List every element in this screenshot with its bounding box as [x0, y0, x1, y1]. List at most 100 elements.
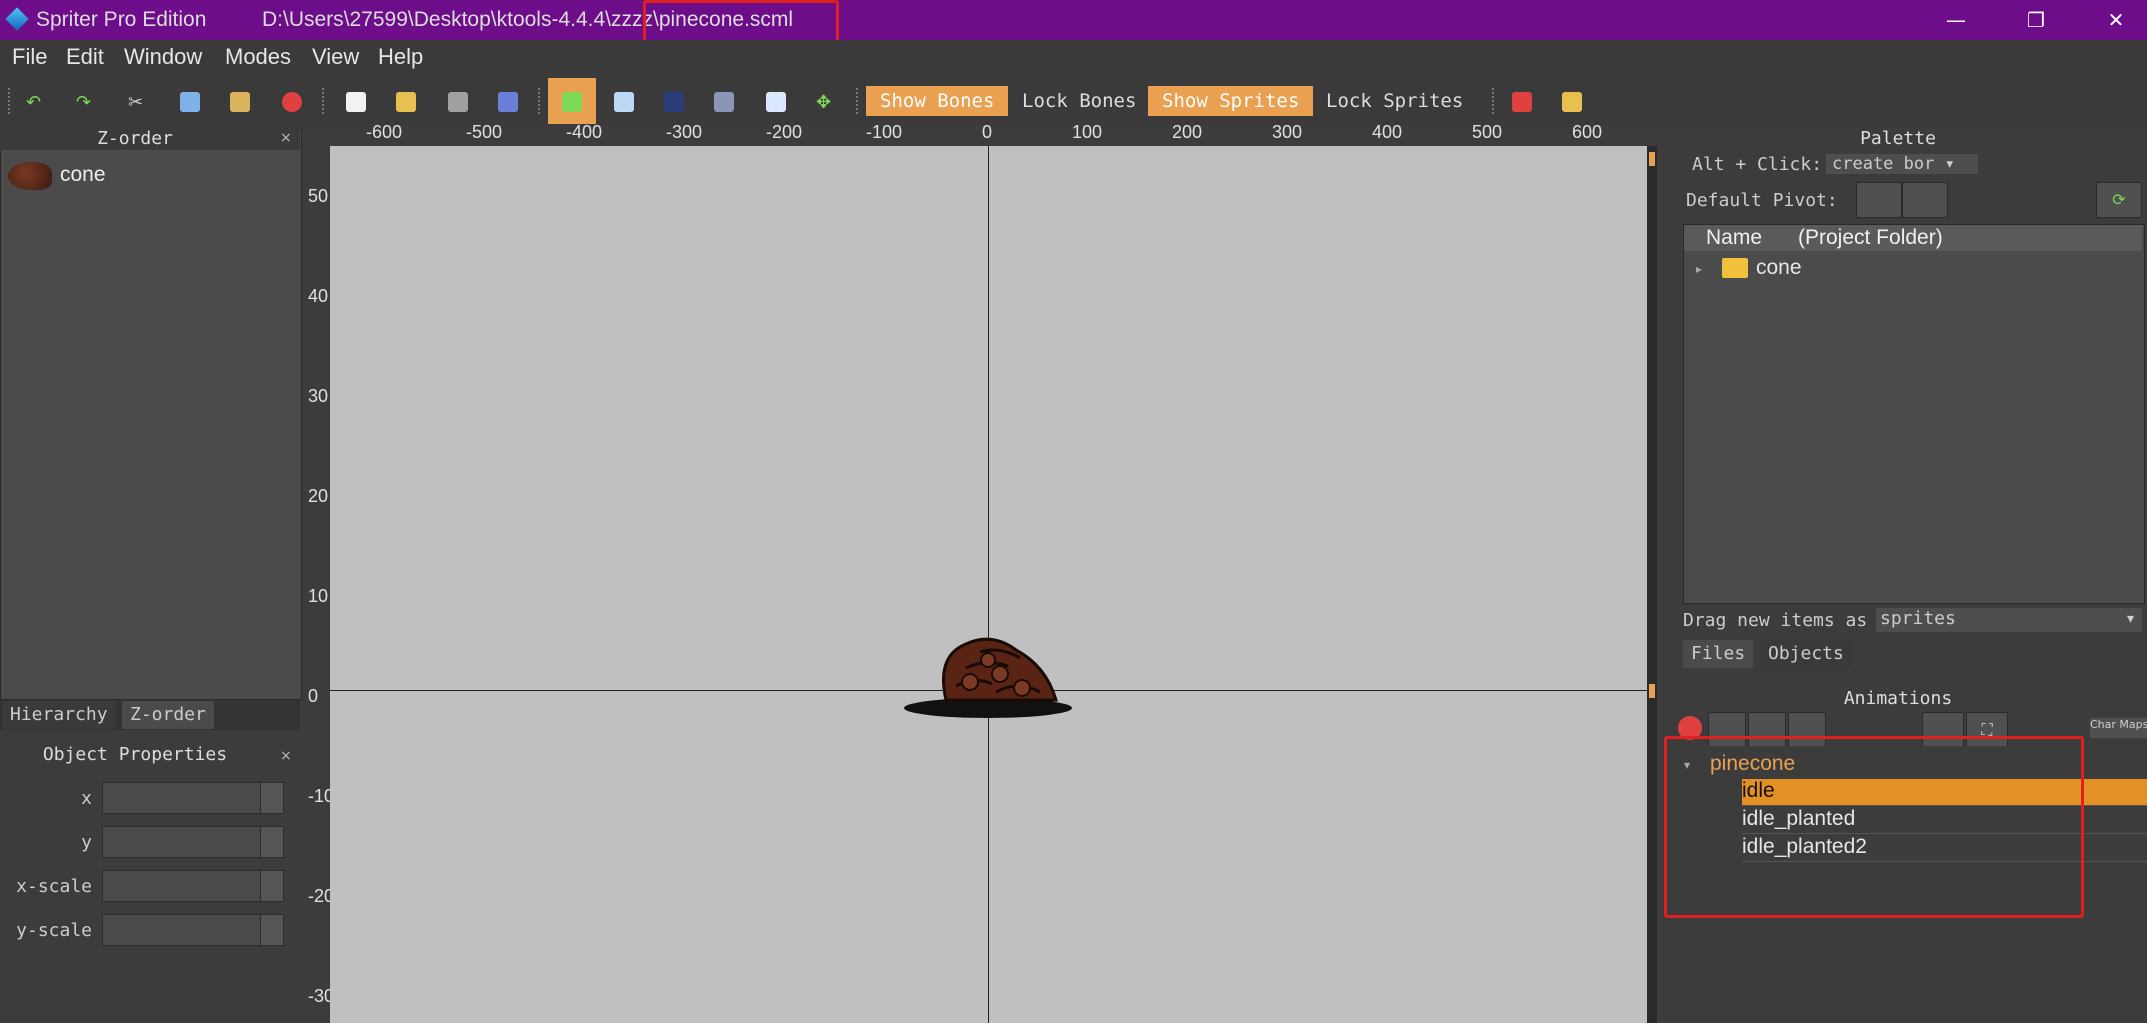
- refresh-icon[interactable]: ⟳: [2096, 182, 2142, 218]
- drag-items-value: sprites: [1880, 608, 1956, 629]
- toolbar-separator: [322, 88, 328, 114]
- sound-icon[interactable]: [1512, 92, 1532, 112]
- menu-modes[interactable]: Modes: [225, 44, 291, 70]
- save-icon[interactable]: [448, 92, 468, 112]
- delete-icon[interactable]: [282, 92, 302, 112]
- zorder-close-icon[interactable]: ×: [280, 130, 292, 146]
- alt-click-value: create bor: [1832, 154, 1935, 174]
- pinecone-sprite[interactable]: [896, 626, 1076, 736]
- drag-items-dropdown[interactable]: sprites ▾: [1876, 608, 2142, 632]
- folder-icon[interactable]: [1562, 92, 1582, 112]
- prop-spin-x-scale[interactable]: [260, 870, 284, 902]
- close-button[interactable]: ✕: [2086, 0, 2146, 40]
- menu-window[interactable]: Window: [124, 44, 202, 70]
- dark-window-icon[interactable]: [664, 92, 684, 112]
- ruler-tick-label: -100: [866, 122, 903, 142]
- minimize-button[interactable]: —: [1926, 0, 1986, 40]
- app-title: Spriter Pro Edition: [36, 8, 207, 31]
- prop-label-x-scale: x-scale: [16, 876, 92, 897]
- zorder-title: Z-order: [97, 128, 173, 149]
- toolbar-separator: [1492, 88, 1498, 114]
- menu-help[interactable]: Help: [378, 44, 423, 70]
- menu-file[interactable]: File: [12, 44, 47, 70]
- ruler-left-label: 40: [308, 286, 329, 306]
- ruler-left-label: 30: [308, 386, 329, 406]
- window-icon[interactable]: [614, 92, 634, 112]
- lock-sprites-toggle[interactable]: Lock Sprites: [1312, 86, 1477, 116]
- ruler-top: [310, 124, 1650, 146]
- ruler-tick-label: 0: [982, 122, 993, 142]
- menu-view[interactable]: View: [312, 44, 359, 70]
- default-pivot-label: Default Pivot:: [1686, 190, 1838, 211]
- tab-hierarchy[interactable]: Hierarchy: [2, 701, 116, 729]
- ruler-tick-label: 200: [1172, 122, 1203, 142]
- prop-input-y[interactable]: [102, 826, 264, 858]
- char-maps-button[interactable]: Char Maps: [2090, 718, 2147, 738]
- toolbar-separator: [538, 88, 544, 114]
- screen-icon[interactable]: [766, 92, 786, 112]
- drag-items-label: Drag new items as: [1683, 610, 1868, 631]
- zorder-item-cone[interactable]: cone: [60, 163, 106, 187]
- expand-arrow-icon[interactable]: ▸: [1696, 262, 1702, 276]
- object-properties-close-icon[interactable]: ×: [280, 748, 292, 764]
- ruler-left-label: 20: [308, 486, 329, 506]
- prop-label-y-scale: y-scale: [16, 920, 92, 941]
- alt-click-dropdown[interactable]: create bor ▾: [1826, 154, 1978, 174]
- show-bones-toggle[interactable]: Show Bones: [866, 86, 1009, 116]
- menu-edit[interactable]: Edit: [66, 44, 104, 70]
- scroll-marker: [1649, 684, 1655, 698]
- pivot-copy-button[interactable]: [1856, 182, 1902, 218]
- y-axis-line: [988, 146, 989, 1023]
- open-folder-icon[interactable]: [396, 92, 416, 112]
- ruler-left-label: 50: [308, 186, 329, 206]
- ruler-tick-label: -600: [366, 122, 403, 142]
- cut-icon[interactable]: ✂: [128, 92, 148, 113]
- palette-tree[interactable]: [1683, 224, 2145, 604]
- copy-icon[interactable]: [180, 92, 200, 112]
- palette-title: Palette: [1860, 128, 1936, 149]
- tab-objects[interactable]: Objects: [1760, 640, 1852, 668]
- ruler-tick-label: -500: [466, 122, 503, 142]
- fit-view-icon[interactable]: ✥: [816, 92, 836, 113]
- frame-icon[interactable]: [714, 92, 734, 112]
- ruler-left-label: 10: [308, 586, 329, 606]
- alt-click-label: Alt + Click:: [1692, 154, 1823, 175]
- show-sprites-toggle[interactable]: Show Sprites: [1148, 86, 1314, 116]
- restore-button[interactable]: ❐: [2006, 0, 2066, 40]
- prop-label-x: x: [81, 788, 92, 809]
- ruler-tick-label: 300: [1272, 122, 1303, 142]
- tab-zorder[interactable]: Z-order: [122, 701, 214, 729]
- redo-icon[interactable]: ↷: [76, 92, 96, 113]
- highlight-box-animations: [1664, 736, 2084, 918]
- prop-spin-x[interactable]: [260, 782, 284, 814]
- lock-bones-toggle[interactable]: Lock Bones: [1008, 86, 1150, 116]
- tab-files[interactable]: Files: [1683, 640, 1754, 668]
- pinecone-sprite-icon: [904, 637, 1072, 718]
- ruler-tick-label: 400: [1372, 122, 1403, 142]
- ruler-tick-label: 500: [1472, 122, 1503, 142]
- image-icon[interactable]: [562, 92, 582, 112]
- toolbar-separator: [856, 88, 862, 114]
- prop-spin-y[interactable]: [260, 826, 284, 858]
- export-icon[interactable]: [498, 92, 518, 112]
- zorder-panel: [0, 128, 302, 700]
- paste-icon[interactable]: [230, 92, 250, 112]
- prop-input-x[interactable]: [102, 782, 264, 814]
- ruler-tick-label: 100: [1072, 122, 1103, 142]
- ruler-tick-label: -400: [566, 122, 603, 142]
- canvas-vertical-scrollbar[interactable]: [1647, 146, 1657, 1023]
- ruler-tick-label: -200: [766, 122, 803, 142]
- new-file-icon[interactable]: [346, 92, 366, 112]
- ruler-tick-label: -300: [666, 122, 703, 142]
- prop-input-y-scale[interactable]: [102, 914, 264, 946]
- palette-header-name[interactable]: Name: [1706, 226, 1762, 250]
- ruler-left-label: 0: [308, 686, 319, 706]
- prop-input-x-scale[interactable]: [102, 870, 264, 902]
- pivot-paste-button[interactable]: [1902, 182, 1948, 218]
- toolbar-grip: [8, 88, 14, 114]
- palette-item-cone[interactable]: cone: [1756, 256, 1802, 280]
- cone-thumbnail-icon: [8, 162, 52, 190]
- prop-spin-y-scale[interactable]: [260, 914, 284, 946]
- animations-title: Animations: [1843, 688, 1953, 709]
- undo-icon[interactable]: ↶: [26, 92, 46, 113]
